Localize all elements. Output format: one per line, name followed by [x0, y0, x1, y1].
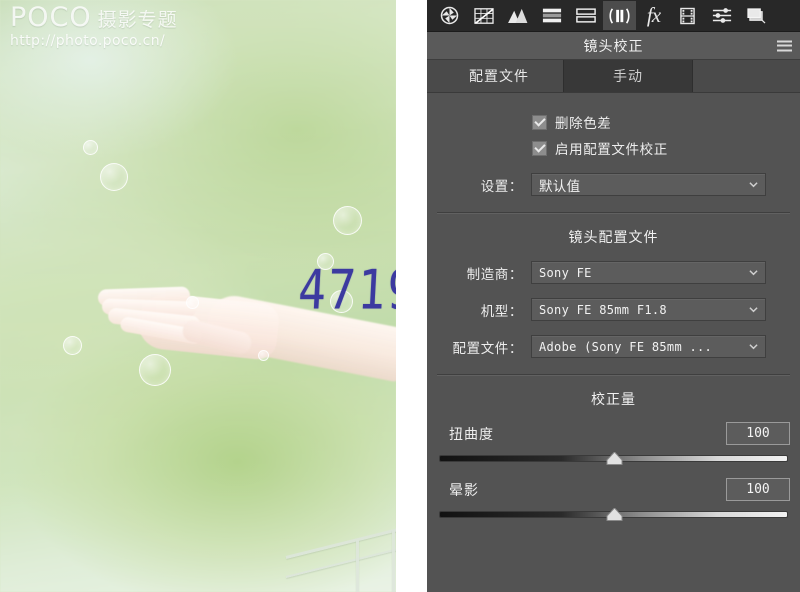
remove-chromatic-aberration-checkbox[interactable]: [532, 114, 547, 130]
manufacturer-select[interactable]: Sony FE: [531, 261, 766, 284]
divider-correction: [437, 374, 790, 376]
vignetting-slider-track-wrap[interactable]: [437, 507, 790, 521]
module-icon-bar: fx: [427, 0, 800, 32]
split-toning-icon[interactable]: [535, 1, 568, 30]
watermark-url: http://photo.poco.cn/: [10, 33, 166, 49]
distortion-slider-block: 扭曲度 100: [427, 422, 800, 465]
lens-corrections-icon[interactable]: [603, 1, 636, 30]
chevron-down-icon: [749, 180, 758, 189]
hamburger-icon[interactable]: [777, 40, 792, 51]
chevron-down-icon: [749, 305, 758, 314]
vignetting-value-input[interactable]: 100: [726, 478, 790, 501]
divider-profile: [437, 212, 790, 214]
manufacturer-label: 制造商：: [466, 266, 523, 282]
distortion-slider-track-wrap[interactable]: [437, 451, 790, 465]
vignetting-slider-thumb[interactable]: [606, 508, 623, 521]
vignetting-slider-block: 晕影 100: [427, 478, 800, 521]
settings-value: 默认值: [539, 178, 581, 194]
vignetting-label: 晕影: [449, 481, 479, 498]
model-row: 机型： Sony FE 85mm F1.8: [427, 298, 800, 321]
tab-manual-label: 手动: [613, 68, 643, 84]
model-label: 机型：: [480, 303, 523, 319]
checkbox-row-enable-profile-corrections[interactable]: 启用配置文件校正: [427, 137, 800, 159]
fx-glyph: fx: [646, 3, 661, 27]
tab-filler: [693, 60, 800, 92]
chevron-down-icon: [749, 342, 758, 351]
photo-preview[interactable]: POCO 摄影专题 http://photo.poco.cn/ 471955: [0, 0, 396, 592]
image-number-overlay: 471955: [296, 258, 396, 322]
profile-value: Adobe (Sony FE 85mm ...: [539, 339, 713, 354]
panel-tabs: 配置文件 手动: [427, 60, 800, 93]
chevron-down-icon: [749, 268, 758, 277]
lens-correction-panel: fx 镜头校正 配置文件 手动 删除色差 启用配置文件校正 设置： 默认值 镜头…: [427, 0, 800, 592]
settings-label: 设置：: [480, 178, 523, 194]
checkbox-row-remove-chromatic-aberration[interactable]: 删除色差: [427, 111, 800, 133]
panel-title-bar: 镜头校正: [427, 32, 800, 60]
tone-curve-icon[interactable]: [467, 1, 500, 30]
tab-profile-label: 配置文件: [469, 68, 529, 84]
enable-profile-corrections-checkbox[interactable]: [532, 140, 547, 156]
remove-chromatic-aberration-label: 删除色差: [555, 116, 612, 131]
snapshots-icon[interactable]: [739, 1, 772, 30]
watermark-subtitle: 摄影专题: [97, 10, 178, 31]
calibration-icon[interactable]: [671, 1, 704, 30]
enable-profile-corrections-label: 启用配置文件校正: [555, 142, 668, 157]
manufacturer-row: 制造商： Sony FE: [427, 261, 800, 284]
panel-body: 删除色差 启用配置文件校正 设置： 默认值 镜头配置文件 制造商： Sony F…: [427, 111, 800, 521]
correction-amount-section-title: 校正量: [591, 391, 636, 407]
lens-profile-section-title: 镜头配置文件: [568, 229, 659, 245]
tab-manual[interactable]: 手动: [563, 60, 693, 92]
page-title: 镜头校正: [583, 37, 644, 54]
watermark: POCO 摄影专题 http://photo.poco.cn/: [10, 4, 178, 49]
settings-select[interactable]: 默认值: [531, 173, 766, 196]
manufacturer-value: Sony FE: [539, 265, 592, 280]
distortion-slider-thumb[interactable]: [606, 452, 623, 465]
vignetting-slider-head: 晕影 100: [437, 478, 790, 501]
detail-icon[interactable]: [569, 1, 602, 30]
watermark-brand: POCO: [10, 2, 92, 33]
profile-select[interactable]: Adobe (Sony FE 85mm ...: [531, 335, 766, 358]
model-value: Sony FE 85mm F1.8: [539, 302, 667, 317]
hsl-color-icon[interactable]: [501, 1, 534, 30]
app-root: POCO 摄影专题 http://photo.poco.cn/ 471955 f…: [0, 0, 800, 592]
effects-fx-icon[interactable]: fx: [637, 1, 670, 30]
profile-label: 配置文件：: [452, 340, 523, 356]
model-select[interactable]: Sony FE 85mm F1.8: [531, 298, 766, 321]
distortion-label: 扭曲度: [449, 425, 494, 442]
adjustments-icon[interactable]: [433, 1, 466, 30]
canvas-gutter: [396, 0, 427, 592]
profile-row: 配置文件： Adobe (Sony FE 85mm ...: [427, 335, 800, 358]
tab-profile[interactable]: 配置文件: [435, 60, 563, 92]
distortion-slider-head: 扭曲度 100: [437, 422, 790, 445]
settings-row: 设置： 默认值: [427, 173, 800, 196]
distortion-value-input[interactable]: 100: [726, 422, 790, 445]
presets-icon[interactable]: [705, 1, 738, 30]
